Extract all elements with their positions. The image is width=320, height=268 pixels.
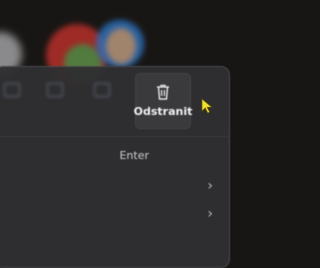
properties-icon	[47, 83, 63, 97]
menu-item-open[interactable]: Enter	[0, 143, 229, 171]
context-menu-toolbar: Odstranit	[0, 67, 229, 133]
pointer-cursor-icon	[201, 98, 213, 114]
rename-icon	[4, 83, 20, 97]
trash-icon	[157, 84, 169, 100]
share-icon	[94, 83, 110, 97]
delete-button[interactable]: Odstranit	[133, 73, 193, 129]
toolbar-button[interactable]	[81, 73, 123, 127]
toolbar-button[interactable]	[31, 73, 79, 127]
blurred-avatar	[106, 28, 136, 64]
context-menu: Odstranit Enter › ›	[0, 66, 230, 268]
toolbar-button[interactable]	[1, 73, 23, 127]
menu-divider	[0, 136, 229, 137]
menu-item-submenu[interactable]: ›	[0, 201, 229, 229]
shortcut-label: Enter	[119, 149, 149, 162]
chevron-right-icon: ›	[207, 206, 213, 222]
delete-button-label: Odstranit	[133, 105, 193, 118]
chevron-right-icon: ›	[207, 178, 213, 194]
menu-item-open-with[interactable]: ›	[0, 173, 229, 201]
